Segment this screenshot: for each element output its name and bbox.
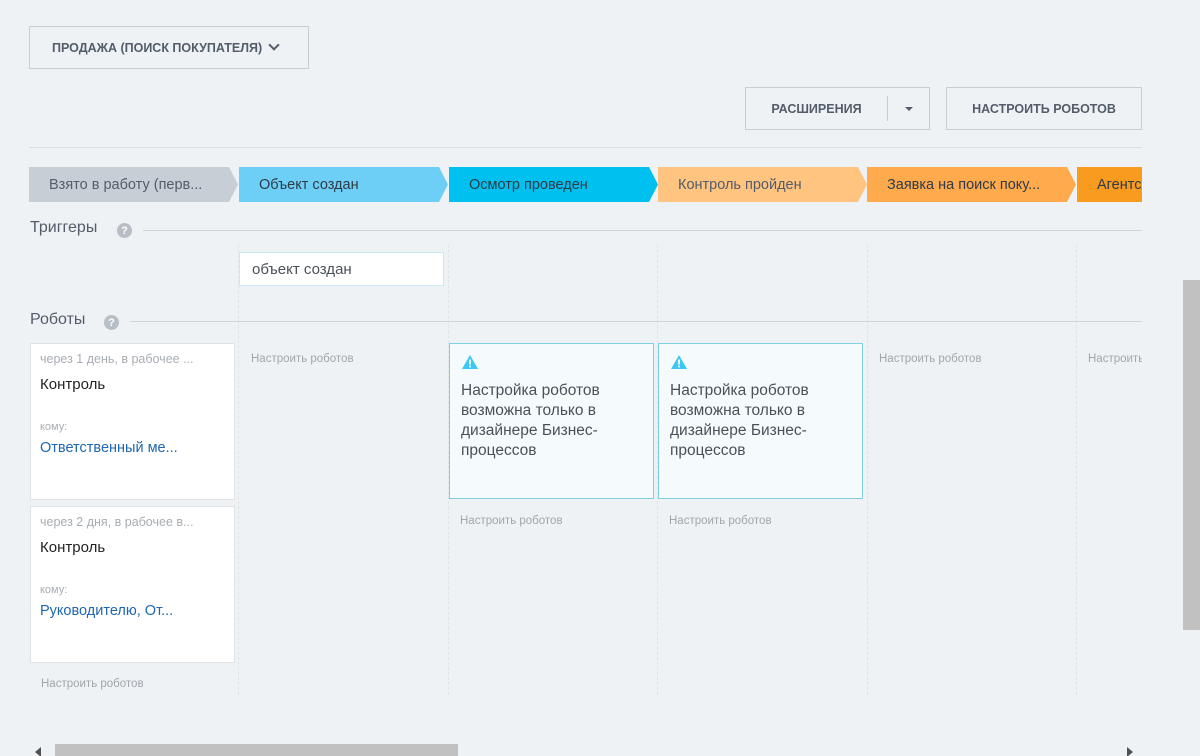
robot-title: Контроль [40, 539, 106, 556]
stage-label: Агентс... [1097, 176, 1142, 193]
setup-robots-link[interactable]: Настроить роботов [460, 515, 563, 527]
warning-card: Настройка роботов возможна только в диза… [658, 343, 863, 499]
triggers-title: Триггеры [30, 219, 98, 236]
horizontal-scrollbar-thumb[interactable] [55, 744, 458, 756]
stage-control-passed[interactable]: Контроль пройден [658, 167, 867, 202]
chevron-down-icon [268, 39, 280, 51]
automation-page: ПРОДАЖА (ПОИСК ПОКУПАТЕЛЯ) РАСШИРЕНИЯ НА… [0, 0, 1200, 756]
stage-label: Контроль пройден [678, 176, 802, 193]
robot-card[interactable]: через 2 дня, в рабочее в... Контроль ком… [30, 506, 235, 663]
robot-to-value[interactable]: Руководителю, От... [40, 603, 225, 619]
warning-text: Настройка роботов возможна только в диза… [461, 382, 600, 459]
warning-icon [462, 355, 478, 369]
stage-taken-to-work[interactable]: Взято в работу (перв... [29, 167, 238, 202]
robot-card[interactable]: через 1 день, в рабочее ... Контроль ком… [30, 343, 235, 500]
setup-robots-link[interactable]: Настроить роботов [251, 353, 354, 365]
stage-label: Взято в работу (перв... [49, 176, 203, 193]
warning-icon [671, 355, 687, 369]
divider [29, 147, 1142, 148]
scroll-right-arrow-icon[interactable] [1127, 747, 1133, 756]
section-divider [143, 230, 1142, 231]
extensions-dropdown-toggle[interactable] [888, 106, 929, 111]
stage-object-created[interactable]: Объект создан [239, 167, 448, 202]
stage-agency[interactable]: Агентс... [1077, 167, 1142, 202]
section-divider [130, 321, 1142, 322]
column-separator [867, 245, 868, 695]
stage-search-request[interactable]: Заявка на поиск поку... [867, 167, 1076, 202]
robot-to-value[interactable]: Ответственный ме... [40, 440, 225, 456]
robot-to-label: кому: [40, 584, 68, 596]
pipeline-label: ПРОДАЖА (ПОИСК ПОКУПАТЕЛЯ) [52, 40, 263, 55]
stage-label: Заявка на поиск поку... [887, 176, 1041, 193]
trigger-item[interactable]: объект создан [239, 252, 444, 286]
warning-card: Настройка роботов возможна только в диза… [449, 343, 654, 499]
scroll-left-arrow-icon[interactable] [35, 747, 41, 756]
robot-delay: через 2 дня, в рабочее в... [40, 515, 194, 529]
help-icon[interactable]: ? [104, 315, 119, 330]
robot-title: Контроль [40, 376, 106, 393]
column-separator [238, 245, 239, 695]
robot-to-label: кому: [40, 421, 68, 433]
column-separator [1076, 245, 1077, 695]
robot-delay: через 1 день, в рабочее ... [40, 352, 194, 366]
setup-robots-link[interactable]: Настроить роботов [879, 353, 982, 365]
pipeline-selector[interactable]: ПРОДАЖА (ПОИСК ПОКУПАТЕЛЯ) [29, 26, 309, 69]
extensions-button[interactable]: РАСШИРЕНИЯ [745, 87, 930, 130]
setup-robots-button[interactable]: НАСТРОИТЬ РОБОТОВ [946, 87, 1142, 130]
setup-robots-link[interactable]: Настроить [1088, 353, 1142, 365]
stage-inspection-done[interactable]: Осмотр проведен [449, 167, 658, 202]
caret-down-icon [904, 106, 913, 111]
setup-robots-link[interactable]: Настроить роботов [41, 678, 144, 690]
stage-label: Осмотр проведен [469, 176, 588, 193]
setup-robots-link[interactable]: Настроить роботов [669, 515, 772, 527]
extensions-label: РАСШИРЕНИЯ [771, 101, 862, 116]
help-icon[interactable]: ? [117, 223, 132, 238]
vertical-scrollbar-thumb[interactable] [1183, 280, 1200, 630]
warning-text: Настройка роботов возможна только в диза… [670, 382, 809, 459]
stage-bar: Взято в работу (перв... Объект создан Ос… [29, 167, 1142, 202]
stage-label: Объект создан [259, 176, 359, 193]
robots-title: Роботы [30, 311, 86, 328]
